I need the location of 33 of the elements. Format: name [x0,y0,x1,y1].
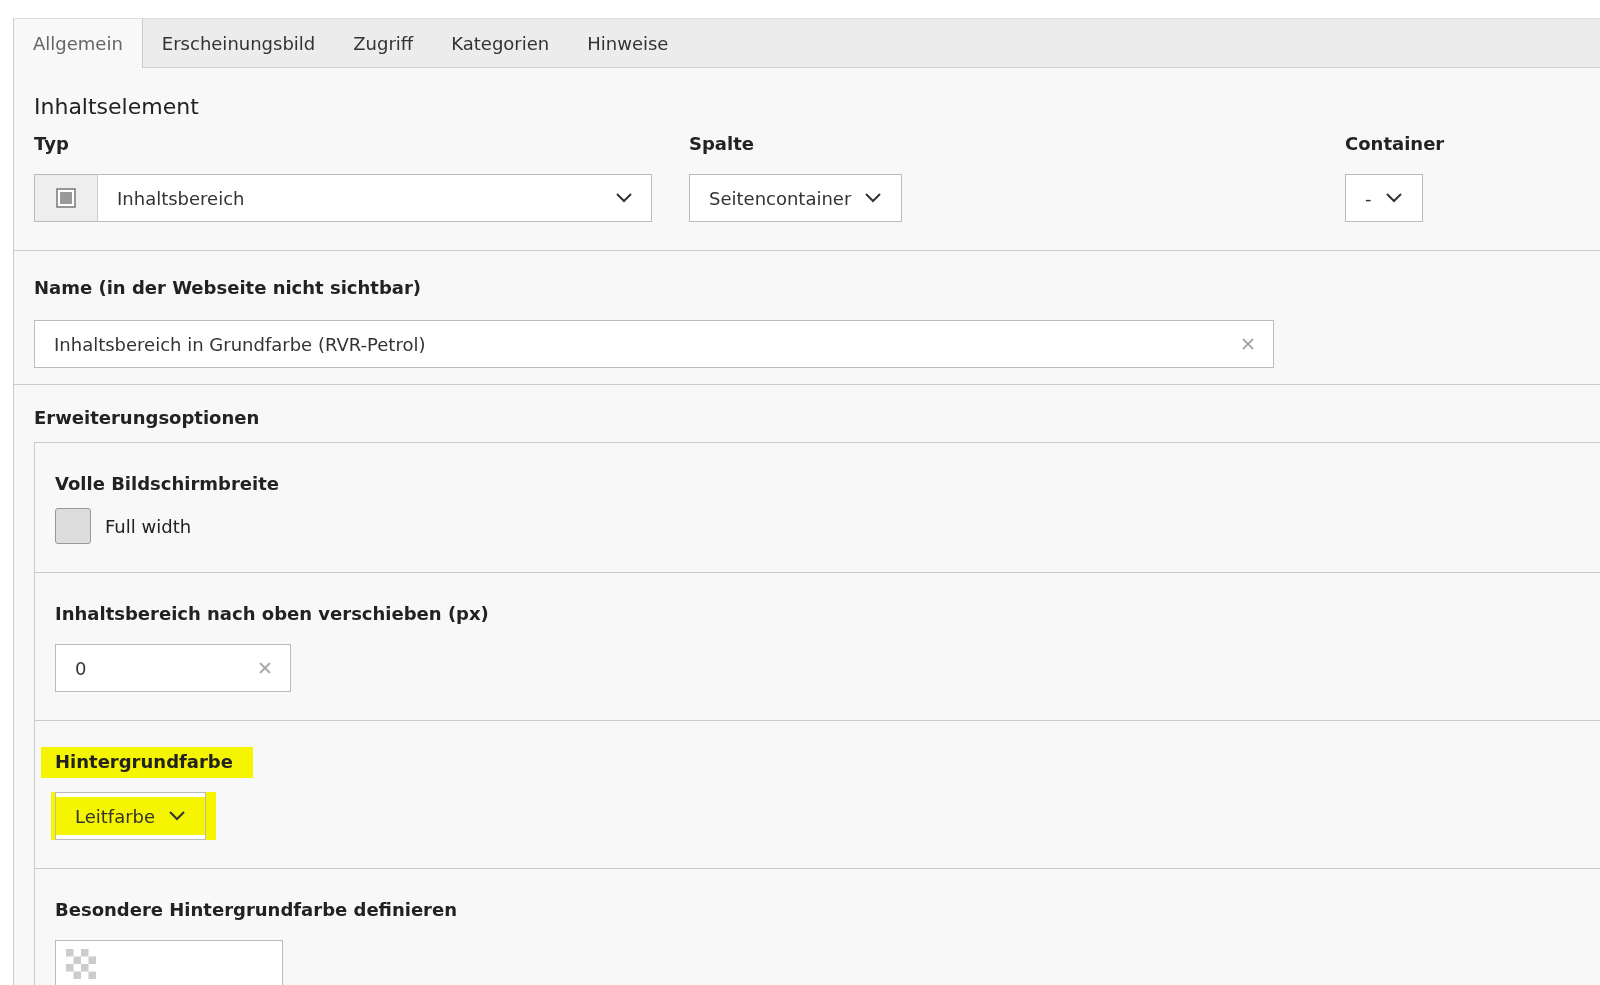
select-dropdown[interactable]: - [1345,174,1423,222]
field-label: Besondere Hintergrundfarbe definieren [54,898,459,922]
tab[interactable]: Allgemein [14,19,143,68]
field-label: Name (in der Webseite nicht sichtbar) [34,277,423,298]
chevron-down-icon [169,811,186,821]
input-field[interactable]: 0 [55,644,291,692]
select-dropdown[interactable]: Seitencontainer [689,174,903,222]
tab[interactable]: Kategorien [432,19,569,67]
checkbox[interactable] [55,508,91,544]
input-field[interactable]: Inhaltsbereich in Grundfarbe (RVR-Petrol) [34,320,1274,368]
color-input-field[interactable] [55,940,283,985]
clear-icon[interactable] [259,662,271,674]
section-title: Erweiterungsoptionen [34,407,261,428]
input-value: 0 [75,657,88,679]
transparent-pattern-icon [66,949,96,979]
field-label: Container [1345,133,1446,154]
field-label: Volle Bildschirmbreite [54,472,281,496]
clear-icon[interactable] [1242,338,1254,350]
chevron-down-icon [865,193,882,203]
field-label: Typ [34,133,70,154]
tab[interactable]: Zugriff [334,19,433,67]
chevron-down-icon [616,193,632,203]
select-dropdown[interactable]: Inhaltsbereich [34,174,652,222]
field-label: Spalte [689,133,755,154]
section-title: Inhaltselement [34,94,200,119]
chevron-down-icon [1385,193,1402,203]
tab[interactable]: Hinweise [568,19,688,67]
input-value: Inhaltsbereich in Grundfarbe (RVR-Petrol) [54,333,427,355]
checkbox-label: Full width [105,515,192,537]
tab[interactable]: Erscheinungsbild [142,19,335,67]
content-element-icon [56,188,76,208]
field-label: Hintergrundfarbe [41,747,253,778]
field-label: Inhaltsbereich nach oben verschieben (px) [54,602,490,626]
